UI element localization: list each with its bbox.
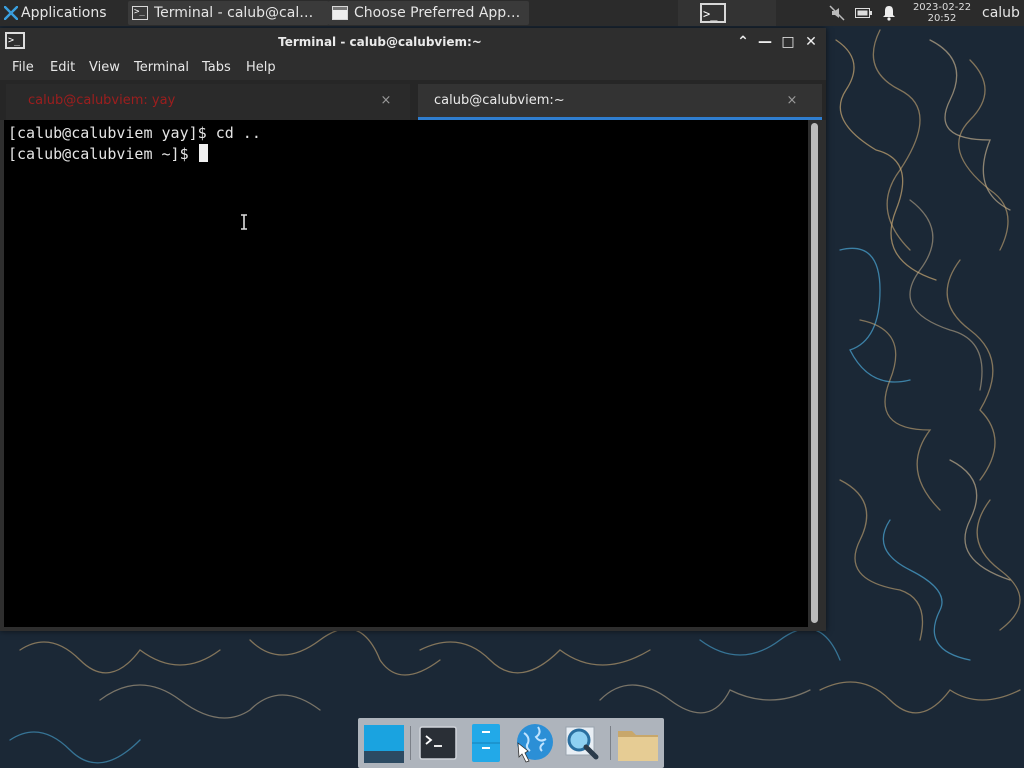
file-manager-icon [472,724,500,762]
dock-item-file-manager[interactable] [464,721,508,765]
terminal-window: >_ Terminal - calub@calubviem:~ ⌃ — □ ✕ … [0,28,826,631]
tray-notifications-muted[interactable] [828,0,846,26]
terminal-scrollbar[interactable] [808,120,822,627]
bell-icon [883,6,895,21]
menu-terminal[interactable]: Terminal [134,56,189,80]
taskbar-item-terminal[interactable]: >_ Terminal - calub@cal… [128,1,329,25]
terminal-icon: >_ [700,3,726,23]
terminal-icon [419,726,457,760]
clock-time: 20:52 [927,13,957,24]
terminal-prompt-line: [calub@calubviem ~]$ [8,144,208,165]
terminal-icon: >_ [132,6,148,20]
applications-menu-label: Applications [21,5,107,21]
minimize-button[interactable]: — [755,32,775,52]
close-button[interactable]: ✕ [801,32,821,52]
applications-logo-icon [4,6,18,20]
dock-separator [610,726,611,760]
menu-edit[interactable]: Edit [50,56,75,80]
tray-notifications[interactable] [880,0,898,26]
tab-home[interactable]: calub@calubviem:~ × [418,84,822,120]
desktop-icon [364,725,404,763]
terminal-output[interactable]: [calub@calubviem yay]$ cd .. [calub@calu… [4,120,808,627]
window-titlebar[interactable]: >_ Terminal - calub@calubviem:~ ⌃ — □ ✕ [0,28,826,56]
ibeam-cursor-icon [241,214,247,230]
dock [358,718,664,768]
mute-icon [829,5,845,21]
menu-view[interactable]: View [89,56,120,80]
panel-terminal-launcher[interactable]: >_ [678,0,748,26]
dock-item-folder[interactable] [616,721,660,765]
panel-clock[interactable]: 2023-02-22 20:52 [906,0,978,26]
tab-close-button[interactable]: × [378,84,394,118]
taskbar-item-preferred-apps[interactable]: Choose Preferred App… [328,1,529,25]
scrollbar-thumb[interactable] [811,123,818,623]
app-finder-icon [565,726,599,760]
battery-icon [855,8,872,18]
tab-yay[interactable]: calub@calubviem: yay × [6,84,410,120]
taskbar-item-label: Choose Preferred App… [354,5,521,21]
text-cursor [198,144,208,162]
tab-label: calub@calubviem: yay [28,93,176,108]
tab-label: calub@calubviem:~ [434,93,565,108]
window-title: Terminal - calub@calubviem:~ [278,35,482,49]
taskbar-item-label: Terminal - calub@cal… [154,5,314,21]
shade-button[interactable]: ⌃ [733,32,753,52]
menu-help[interactable]: Help [246,56,276,80]
menu-bar: File Edit View Terminal Tabs Help [0,56,826,80]
dock-item-desktop[interactable] [362,721,406,765]
tray-battery[interactable] [854,0,874,26]
maximize-button[interactable]: □ [778,32,798,52]
menu-tabs[interactable]: Tabs [202,56,231,80]
dock-item-terminal[interactable] [416,721,460,765]
terminal-prompt: [calub@calubviem ~]$ [8,145,198,163]
tab-close-button[interactable]: × [784,84,800,118]
terminal-line: [calub@calubviem yay]$ cd .. [8,124,261,142]
tab-bar: calub@calubviem: yay × calub@calubviem:~… [0,80,826,120]
dock-separator [410,726,411,760]
panel-spacer [748,0,776,26]
applications-menu-button[interactable]: Applications [0,0,126,26]
dock-item-app-finder[interactable] [560,721,604,765]
top-panel: Applications >_ Terminal - calub@cal… Ch… [0,0,1024,26]
web-browser-icon [517,724,553,763]
folder-icon [618,731,658,761]
dock-item-web-browser[interactable] [512,721,556,765]
menu-file[interactable]: File [12,56,34,80]
window-icon [332,6,348,20]
clock-date: 2023-02-22 [912,2,972,13]
user-menu[interactable]: calub [982,0,1024,26]
